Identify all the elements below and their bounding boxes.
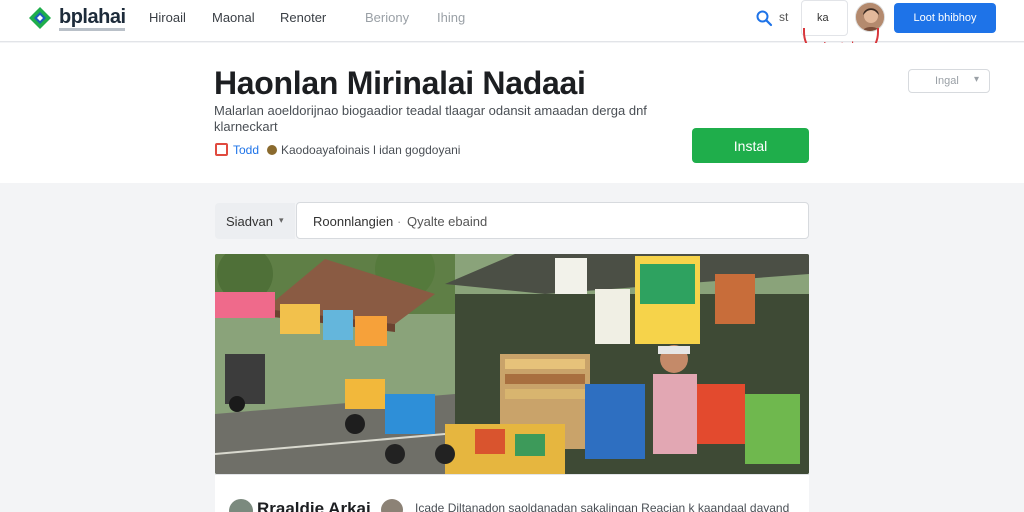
meta-text: Kaodoayafoinais l idan gogdoyani [281, 143, 461, 157]
brand-logo[interactable]: bplahai [28, 4, 138, 36]
post-card: Rraaldie Arkai Icade Diltanadon saoldana… [215, 474, 809, 512]
nav-item-2[interactable]: Maonal [212, 10, 255, 25]
brand-tagline-bar [59, 28, 125, 31]
search-query: Roonnlangien [313, 214, 394, 229]
post-excerpt: Icade Diltanadon saoldanadan sakalingan … [415, 501, 790, 512]
market-stall-illustration [215, 254, 809, 474]
filter-select[interactable]: Siadvan ▾ [215, 203, 295, 239]
logo-icon [29, 7, 51, 29]
app-header: Haonlan Mirinalai Nadaai Malarlan aoeldo… [0, 43, 1024, 183]
chevron-down-icon: ▾ [973, 74, 979, 85]
nav-item-5[interactable]: Ihing [437, 10, 465, 25]
search-icon[interactable] [755, 9, 773, 27]
nav-item-4[interactable]: Beriony [365, 10, 409, 25]
post-author-avatar[interactable] [229, 499, 253, 512]
nav-item-3[interactable]: Renoter [280, 10, 326, 25]
meta-dot-icon [267, 145, 277, 155]
meta-link[interactable]: Todd [233, 143, 259, 157]
filter-select-label: Siadvan [226, 214, 273, 229]
search-input[interactable]: Roonnlangien · Qyalte ebaind [296, 202, 809, 239]
hero-select[interactable]: Ingal ▾ [908, 69, 990, 93]
install-chip-label: ka [817, 12, 829, 24]
brand-name: bplahai [59, 6, 126, 28]
hero-select-label: Ingal [935, 75, 959, 87]
page-description: Malarlan aoeldorijnao biogaadior teadal … [214, 103, 647, 134]
language-switch[interactable]: st [779, 10, 788, 24]
post-author[interactable]: Rraaldie Arkai [257, 499, 371, 512]
chevron-down-icon: ▾ [279, 215, 284, 225]
featured-photo[interactable] [215, 254, 809, 474]
post-secondary-avatar[interactable] [381, 499, 403, 512]
page-title: Haonlan Mirinalai Nadaai [214, 65, 586, 101]
search-hint: Qyalte ebaind [407, 214, 488, 229]
signup-button[interactable]: Loot bhibhoy [894, 3, 996, 33]
install-button[interactable]: Instal [692, 128, 809, 163]
nav-item-1[interactable]: Hiroail [149, 10, 186, 25]
flag-icon [215, 143, 228, 156]
search-separator: · [397, 214, 402, 229]
